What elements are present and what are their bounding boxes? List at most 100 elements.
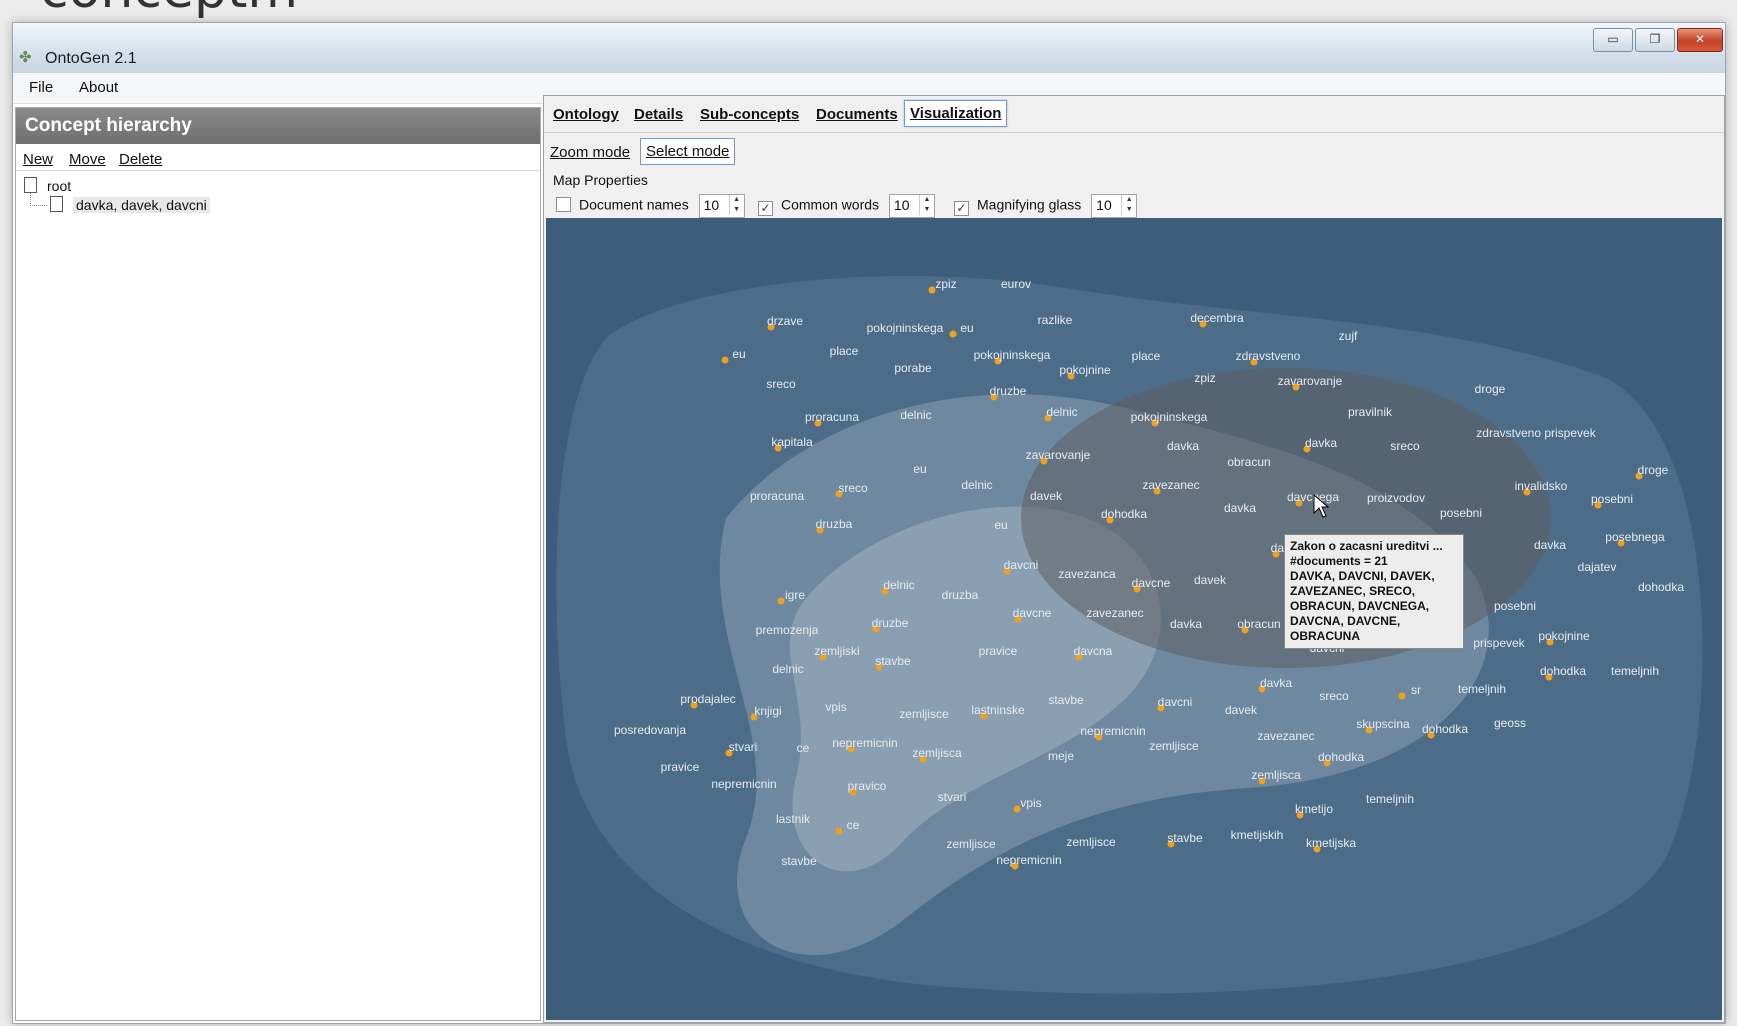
map-keyword-label: obracun — [1237, 617, 1280, 631]
map-keyword-label: pokojninskega — [974, 348, 1051, 362]
map-keyword-label: davka — [1260, 676, 1292, 690]
spinner-value: 10 — [893, 197, 910, 213]
map-keyword-label: zemljisce — [899, 707, 949, 721]
map-keyword-label: nepremicnin — [996, 853, 1061, 867]
map-keyword-label: davek — [1194, 573, 1227, 587]
map-keyword-label: razlike — [1038, 313, 1073, 327]
delete-button[interactable]: Delete — [119, 151, 162, 168]
document-dot — [949, 330, 957, 338]
map-keyword-label: decembra — [1190, 311, 1244, 325]
map-keyword-label: skupscina — [1356, 717, 1410, 731]
common-words-option: ✓ Common words 10 ▲ ▼ — [758, 194, 935, 218]
map-keyword-label: zavezanec — [1257, 729, 1314, 743]
map-keyword-label: posebni — [1591, 492, 1633, 506]
magnifying-glass-spinner[interactable]: 10 ▲ ▼ — [1091, 194, 1138, 218]
map-keyword-label: eurov — [1001, 277, 1031, 291]
map-keyword-label: delnic — [772, 662, 803, 676]
spinner-arrows-icon[interactable]: ▲ ▼ — [918, 195, 934, 215]
map-keyword-label: zavezanec — [1142, 478, 1199, 492]
map-keyword-label: davka — [1224, 501, 1256, 515]
close-button[interactable]: ✕ — [1677, 28, 1723, 52]
document-dot — [835, 827, 843, 835]
magnifying-glass-option: ✓ Magnifying glass 10 ▲ ▼ — [954, 194, 1138, 218]
tooltip-keywords: DAVKA, DAVCNI, DAVEK, ZAVEZANEC, SRECO, … — [1290, 569, 1435, 643]
map-keyword-label: lastnik — [776, 812, 811, 826]
map-keyword-label: dohodka — [1540, 664, 1586, 678]
map-keyword-label: eu — [960, 321, 973, 335]
map-keyword-label: droge — [1475, 382, 1506, 396]
map-keyword-label: davcne — [1132, 576, 1171, 590]
map-keyword-label: temeljnih — [1366, 792, 1414, 806]
tree-node-concept[interactable]: davka, davek, davcni — [50, 196, 210, 213]
map-keyword-label: zdravstveno — [1236, 349, 1301, 363]
map-keyword-label: vpis — [825, 700, 846, 714]
map-keyword-label: pokojninskega — [1131, 410, 1208, 424]
mode-bar: Zoom mode Select mode — [544, 136, 1724, 170]
map-keyword-label: eu — [913, 462, 926, 476]
map-keyword-label: davcnega — [1287, 490, 1339, 504]
map-keyword-label: zemljisce — [1149, 739, 1199, 753]
maximize-button[interactable]: ❐ — [1635, 28, 1675, 52]
map-keyword-label: nepremicnin — [832, 736, 897, 750]
map-keyword-label: temeljnih — [1458, 682, 1506, 696]
common-words-spinner[interactable]: 10 ▲ ▼ — [888, 194, 935, 218]
map-keyword-label: posebni — [1494, 599, 1536, 613]
minimize-button[interactable]: ▭ — [1593, 28, 1633, 52]
map-keyword-label: place — [830, 344, 859, 358]
map-keyword-label: dohodka — [1318, 750, 1364, 764]
map-keyword-label: obracun — [1227, 455, 1270, 469]
spinner-arrows-icon[interactable]: ▲ ▼ — [728, 195, 744, 215]
map-keyword-label: proracuna — [750, 489, 804, 503]
map-canvas[interactable]: zpiz eurovdrzave pokojninskega eurazlike dec… — [546, 218, 1722, 1020]
tab-sub-concepts[interactable]: Sub-concepts — [700, 106, 799, 123]
map-keyword-label: ce — [847, 818, 860, 832]
common-words-label: Common words — [781, 196, 880, 213]
common-words-checkbox[interactable]: ✓ — [758, 200, 773, 216]
document-names-checkbox[interactable] — [556, 196, 571, 212]
spinner-value: 10 — [1096, 197, 1112, 213]
map-keyword-label: zavarovanje — [1278, 374, 1343, 388]
document-dot — [721, 356, 729, 364]
slide-heading: conceptm — [40, 0, 298, 20]
map-keyword-label: eu — [994, 518, 1007, 532]
map-keyword-label: kapitala — [771, 435, 813, 449]
tab-bar: Ontology Details Sub-concepts Documents … — [544, 96, 1724, 133]
map-keyword-label: delnic — [883, 578, 914, 592]
spinner-arrows-icon[interactable]: ▲ ▼ — [1121, 195, 1136, 215]
tab-visualization[interactable]: Visualization — [904, 100, 1008, 127]
move-button[interactable]: Move — [69, 151, 106, 168]
document-map[interactable]: zpiz eurov drzave pokojninskega eu razlike dec… — [546, 218, 1722, 1020]
tab-details[interactable]: Details — [634, 106, 683, 123]
map-keyword-label: igre — [785, 588, 805, 602]
menu-file[interactable]: File — [29, 79, 53, 96]
map-keyword-label: stvari — [729, 740, 758, 754]
concept-hierarchy-panel: Concept hierarchy New Move Delete root d… — [15, 107, 541, 1021]
select-mode-button[interactable]: Select mode — [640, 138, 736, 165]
document-names-spinner[interactable]: 10 ▲ ▼ — [698, 194, 745, 218]
map-keyword-label: porabe — [894, 361, 932, 375]
map-keyword-label: sreco — [766, 377, 796, 391]
title-bar: ✤ OntoGen 2.1 ▭ ❐ ✕ — [13, 23, 1725, 73]
document-icon — [24, 177, 37, 193]
map-keyword-label: zpiz — [935, 277, 956, 291]
map-keyword-label: davka — [1305, 436, 1337, 450]
panel-title: Concept hierarchy — [16, 108, 540, 144]
new-button[interactable]: New — [23, 151, 53, 168]
map-keyword-label: kmetijo — [1295, 802, 1333, 816]
map-keyword-label: davka — [1534, 538, 1566, 552]
map-keyword-label: davka — [1167, 439, 1199, 453]
map-keyword-label: zemljisca — [912, 746, 962, 760]
tab-ontology[interactable]: Ontology — [553, 106, 619, 123]
menu-about[interactable]: About — [79, 79, 118, 96]
magnifying-glass-checkbox[interactable]: ✓ — [954, 200, 969, 216]
map-keyword-label: pravice — [979, 644, 1018, 658]
zoom-mode-button[interactable]: Zoom mode — [550, 144, 630, 161]
map-keyword-label: proracuna — [805, 410, 859, 424]
map-keyword-label: zavarovanje — [1026, 448, 1091, 462]
map-keyword-label: pravilnik — [1348, 405, 1393, 419]
map-keyword-label: delnic — [1046, 405, 1077, 419]
tree-node-root[interactable]: root — [24, 177, 71, 194]
tree-node-label: root — [47, 178, 72, 194]
map-keyword-label: posredovanja — [614, 723, 686, 737]
tab-documents[interactable]: Documents — [816, 106, 898, 123]
